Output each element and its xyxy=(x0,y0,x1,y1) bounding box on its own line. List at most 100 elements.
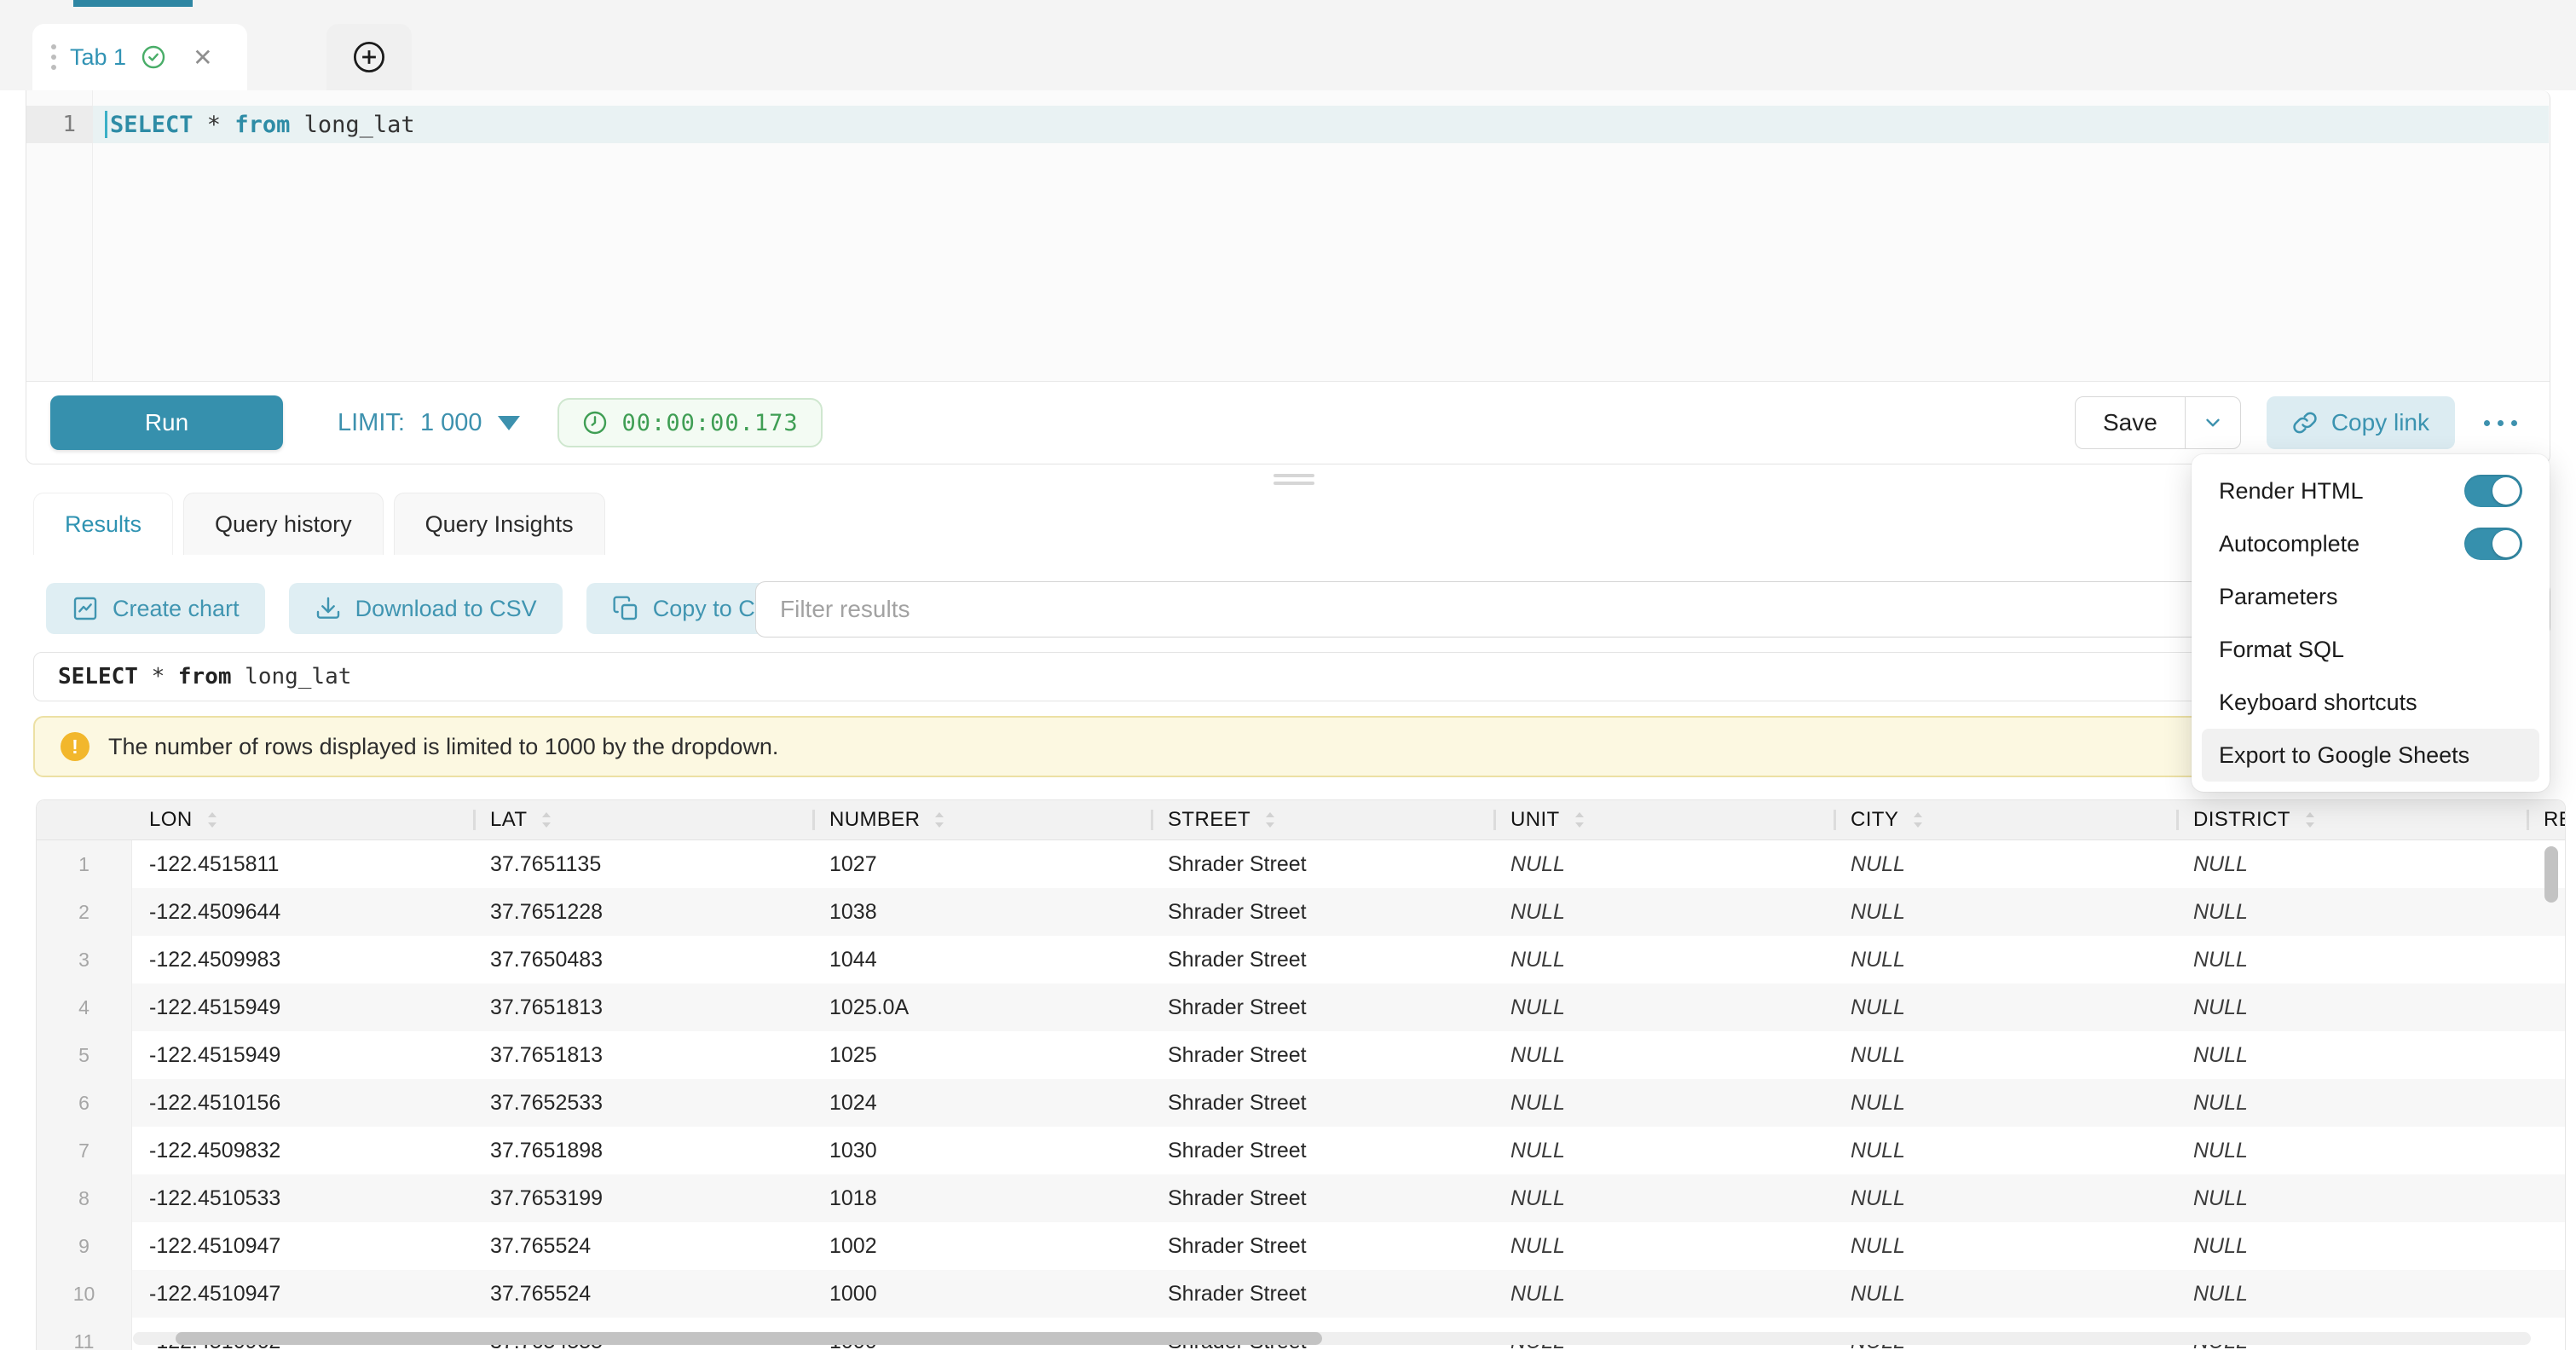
cell[interactable]: -122.4510533 xyxy=(132,1174,473,1222)
cell[interactable]: NULL xyxy=(2176,984,2527,1031)
menu-item-export-to-google-sheets[interactable]: Export to Google Sheets xyxy=(2202,729,2539,782)
sort-icon[interactable] xyxy=(1910,809,1926,831)
column-header-city[interactable]: CITY xyxy=(1834,800,2176,839)
table-row[interactable]: 4-122.451594937.76518131025.0AShrader St… xyxy=(37,984,2565,1031)
cell[interactable]: 37.765524 xyxy=(473,1270,812,1318)
cell[interactable]: NULL xyxy=(2176,1222,2527,1270)
column-header-re[interactable]: RE xyxy=(2527,800,2566,839)
column-header-lon[interactable]: LON xyxy=(132,800,473,839)
drag-handle-icon[interactable] xyxy=(51,44,56,70)
table-row[interactable]: 5-122.451594937.76518131025Shrader Stree… xyxy=(37,1031,2565,1079)
cell[interactable]: 1025 xyxy=(812,1031,1151,1079)
cell[interactable]: NULL xyxy=(1834,1127,2176,1174)
cell[interactable]: NULL xyxy=(1493,1270,1834,1318)
column-header-number[interactable]: NUMBER xyxy=(812,800,1151,839)
cell[interactable]: Shrader Street xyxy=(1151,1031,1493,1079)
cell[interactable]: -122.4510947 xyxy=(132,1270,473,1318)
cell[interactable] xyxy=(2527,1318,2566,1350)
cell[interactable] xyxy=(2527,1222,2566,1270)
cell[interactable]: -122.4510947 xyxy=(132,1222,473,1270)
cell[interactable]: -122.4510156 xyxy=(132,1079,473,1127)
more-options-button[interactable] xyxy=(2481,412,2521,435)
tab-query-insights[interactable]: Query Insights xyxy=(394,493,605,555)
cell[interactable]: 1025.0A xyxy=(812,984,1151,1031)
panel-resize-handle[interactable] xyxy=(1274,474,1314,485)
cell[interactable]: 1030 xyxy=(812,1127,1151,1174)
autocomplete-toggle[interactable] xyxy=(2464,528,2522,560)
cell[interactable]: 1018 xyxy=(812,1174,1151,1222)
cell[interactable]: Shrader Street xyxy=(1151,888,1493,936)
table-row[interactable]: 9-122.451094737.7655241002Shrader Street… xyxy=(37,1222,2565,1270)
cell[interactable]: 37.7651813 xyxy=(473,984,812,1031)
table-row[interactable]: 10-122.451094737.7655241000Shrader Stree… xyxy=(37,1270,2565,1318)
cell[interactable]: -122.4515949 xyxy=(132,1031,473,1079)
cell[interactable]: NULL xyxy=(2176,1127,2527,1174)
column-header-lat[interactable]: LAT xyxy=(473,800,812,839)
cell[interactable]: 37.7651228 xyxy=(473,888,812,936)
cell[interactable]: Shrader Street xyxy=(1151,1270,1493,1318)
sort-icon[interactable] xyxy=(932,809,947,831)
cell[interactable] xyxy=(2527,1079,2566,1127)
sort-icon[interactable] xyxy=(1262,809,1278,831)
cell[interactable]: 1002 xyxy=(812,1222,1151,1270)
vertical-scrollbar[interactable] xyxy=(2544,846,2558,903)
cell[interactable]: Shrader Street xyxy=(1151,1174,1493,1222)
cell[interactable]: Shrader Street xyxy=(1151,1127,1493,1174)
column-header-district[interactable]: DISTRICT xyxy=(2176,800,2527,839)
download-to-csv-button[interactable]: Download to CSV xyxy=(289,583,563,634)
cell[interactable]: NULL xyxy=(2176,840,2527,888)
menu-item-format-sql[interactable]: Format SQL xyxy=(2202,623,2539,676)
cell[interactable]: Shrader Street xyxy=(1151,984,1493,1031)
column-header-street[interactable]: STREET xyxy=(1151,800,1493,839)
cell[interactable]: -122.4509644 xyxy=(132,888,473,936)
cell[interactable]: 1000 xyxy=(812,1270,1151,1318)
tab-query-history[interactable]: Query history xyxy=(183,493,384,555)
menu-item-keyboard-shortcuts[interactable]: Keyboard shortcuts xyxy=(2202,676,2539,729)
cell[interactable]: 37.7651898 xyxy=(473,1127,812,1174)
cell[interactable] xyxy=(2527,1127,2566,1174)
cell[interactable]: 1024 xyxy=(812,1079,1151,1127)
sql-code-line[interactable]: SELECT * from long_lat xyxy=(93,106,2549,143)
menu-item-parameters[interactable]: Parameters xyxy=(2202,570,2539,623)
cell[interactable]: NULL xyxy=(1493,840,1834,888)
cell[interactable]: 37.7651813 xyxy=(473,1031,812,1079)
cell[interactable]: NULL xyxy=(2176,1079,2527,1127)
menu-item-autocomplete[interactable]: Autocomplete xyxy=(2202,517,2539,570)
close-tab-icon[interactable]: ✕ xyxy=(193,43,212,72)
cell[interactable]: 37.7653199 xyxy=(473,1174,812,1222)
cell[interactable]: 37.7651135 xyxy=(473,840,812,888)
table-row[interactable]: 8-122.451053337.76531991018Shrader Stree… xyxy=(37,1174,2565,1222)
cell[interactable]: -122.4515949 xyxy=(132,984,473,1031)
cell[interactable]: NULL xyxy=(1493,888,1834,936)
table-row[interactable]: 1-122.451581137.76511351027Shrader Stree… xyxy=(37,840,2565,888)
cell[interactable] xyxy=(2527,1270,2566,1318)
limit-dropdown[interactable]: LIMIT: 1 000 xyxy=(338,409,520,437)
cell[interactable]: 1038 xyxy=(812,888,1151,936)
cell[interactable]: -122.4509983 xyxy=(132,936,473,984)
cell[interactable]: NULL xyxy=(1493,1127,1834,1174)
cell[interactable] xyxy=(2527,936,2566,984)
table-row[interactable]: 7-122.450983237.76518981030Shrader Stree… xyxy=(37,1127,2565,1174)
editor-line-1[interactable]: 1 SELECT * from long_lat xyxy=(26,106,2549,143)
cell[interactable]: NULL xyxy=(1834,1079,2176,1127)
cell[interactable]: NULL xyxy=(1834,840,2176,888)
cell[interactable] xyxy=(2527,1174,2566,1222)
cell[interactable]: NULL xyxy=(2176,1031,2527,1079)
cell[interactable]: NULL xyxy=(2176,888,2527,936)
save-button[interactable]: Save xyxy=(2076,397,2185,448)
cell[interactable]: 37.765524 xyxy=(473,1222,812,1270)
cell[interactable] xyxy=(2527,1031,2566,1079)
cell[interactable]: NULL xyxy=(1834,1031,2176,1079)
cell[interactable]: 1044 xyxy=(812,936,1151,984)
cell[interactable]: NULL xyxy=(1834,1174,2176,1222)
cell[interactable]: Shrader Street xyxy=(1151,1222,1493,1270)
cell[interactable]: Shrader Street xyxy=(1151,840,1493,888)
cell[interactable]: 1027 xyxy=(812,840,1151,888)
cell[interactable] xyxy=(2527,984,2566,1031)
copy-link-button[interactable]: Copy link xyxy=(2267,396,2455,449)
cell[interactable]: NULL xyxy=(1493,1031,1834,1079)
cell[interactable]: NULL xyxy=(1834,1270,2176,1318)
cell[interactable]: Shrader Street xyxy=(1151,1079,1493,1127)
run-button[interactable]: Run xyxy=(50,395,283,450)
cell[interactable]: Shrader Street xyxy=(1151,936,1493,984)
